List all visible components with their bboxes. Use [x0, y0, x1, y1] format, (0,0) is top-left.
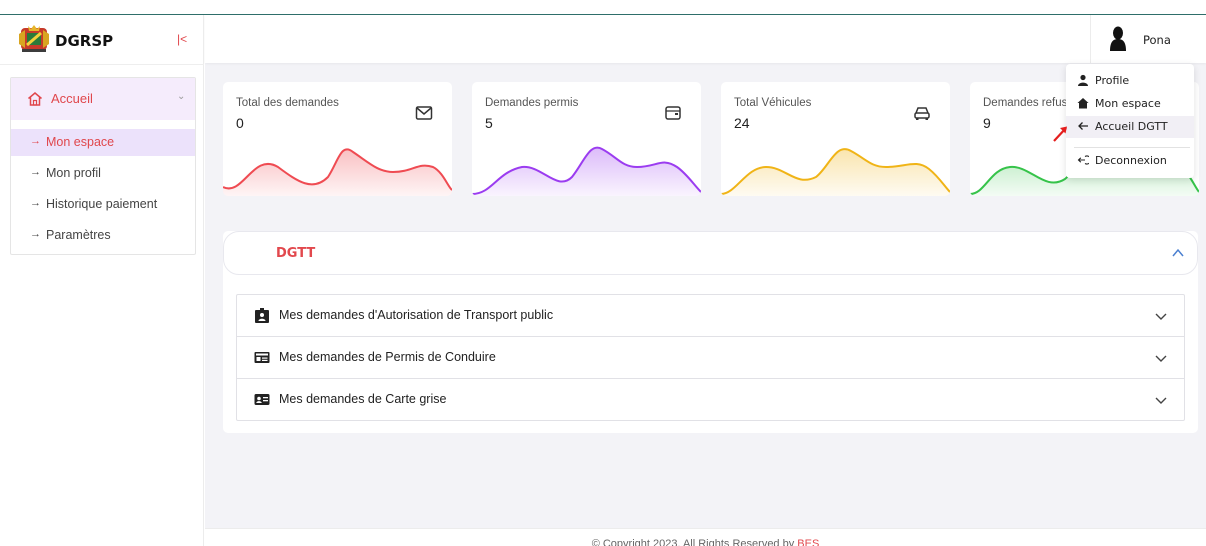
copyright-prefix: © Copyright 2023. All Rights Reserved by	[591, 538, 798, 546]
chevron-down-icon[interactable]	[1155, 352, 1167, 364]
sidebar-item-label: Mon profil	[46, 166, 101, 180]
demandes-list: Mes demandes d'Autorisation de Transport…	[236, 294, 1185, 421]
arrow-right-icon: →	[30, 228, 41, 240]
chevron-down-icon[interactable]	[1155, 310, 1167, 322]
stat-value: 5	[485, 115, 493, 131]
dropdown-item-accueil-dgtt[interactable]: Accueil DGTT	[1066, 116, 1194, 138]
footer-brand-link[interactable]: BES	[797, 538, 819, 546]
top-header: Pona	[205, 15, 1206, 63]
arrow-right-icon: →	[30, 135, 41, 147]
stat-value: 9	[983, 115, 991, 131]
brand-bar: DGRSP |<	[0, 15, 204, 65]
sidebar-item-mon-espace[interactable]: → Mon espace	[11, 129, 195, 156]
sidebar-item-mon-profil[interactable]: → Mon profil	[11, 160, 195, 187]
stat-value: 0	[236, 115, 244, 131]
stat-value: 24	[734, 115, 750, 131]
dropdown-item-label: Deconnexion	[1095, 154, 1167, 167]
stat-card-total-demandes: Total des demandes 0	[223, 82, 452, 196]
main-content: Pona Total des demandes 0 Demandes permi…	[205, 15, 1206, 546]
sidebar: DGRSP |< Accueil ⌄ → Mon espace → Mon pr…	[0, 15, 204, 546]
wallet-icon	[665, 106, 681, 120]
dropdown-item-label: Accueil DGTT	[1095, 120, 1168, 133]
dgtt-accordion-header[interactable]: DGTT	[223, 231, 1198, 275]
contact-card-icon	[254, 394, 270, 405]
collapse-left-icon[interactable]: |<	[177, 32, 187, 46]
coat-of-arms-logo[interactable]	[17, 24, 51, 54]
sparkline	[223, 148, 452, 196]
dropdown-item-profile[interactable]: Profile	[1066, 70, 1194, 92]
sidebar-menu: Accueil ⌄ → Mon espace → Mon profil → Hi…	[10, 77, 196, 255]
arrow-left-icon	[1078, 122, 1088, 130]
dropdown-item-mon-espace[interactable]: Mon espace	[1066, 93, 1194, 115]
house-icon	[1077, 98, 1089, 109]
sparkline	[472, 146, 701, 196]
list-item-carte-grise[interactable]: Mes demandes de Carte grise	[237, 379, 1184, 421]
chevron-up-icon[interactable]	[1171, 246, 1185, 260]
stat-title: Total des demandes	[236, 97, 339, 109]
mail-icon	[415, 106, 433, 120]
dropdown-item-label: Profile	[1095, 74, 1130, 87]
sidebar-group-label: Accueil	[51, 91, 93, 106]
user-name: Pona	[1143, 33, 1171, 47]
list-item-permis-conduire[interactable]: Mes demandes de Permis de Conduire	[237, 337, 1184, 379]
list-item-label: Mes demandes d'Autorisation de Transport…	[279, 308, 554, 322]
list-item-autorisation-transport[interactable]: Mes demandes d'Autorisation de Transport…	[237, 295, 1184, 337]
sidebar-group-accueil[interactable]: Accueil ⌄	[11, 78, 195, 120]
brand-name: DGRSP	[55, 32, 114, 50]
arrow-right-icon: →	[30, 197, 41, 209]
chevron-down-icon[interactable]	[1155, 394, 1167, 406]
sparkline	[721, 148, 950, 196]
arrow-right-icon: →	[30, 166, 41, 178]
dropdown-item-deconnexion[interactable]: Deconnexion	[1066, 150, 1194, 172]
sidebar-item-label: Mon espace	[46, 135, 115, 149]
dgtt-panel: DGTT Mes demandes d'Autorisation de Tran…	[223, 231, 1198, 433]
user-dropdown-menu: Profile Mon espace Accueil DGTT Deconnex…	[1066, 64, 1194, 178]
logout-icon	[1077, 155, 1089, 165]
dropdown-divider	[1074, 147, 1190, 148]
list-item-label: Mes demandes de Permis de Conduire	[279, 350, 496, 364]
stat-card-total-vehicules: Total Véhicules 24	[721, 82, 950, 196]
user-menu-toggle[interactable]: Pona	[1090, 15, 1206, 63]
id-card-icon	[254, 352, 270, 363]
copyright-text: © Copyright 2023. All Rights Reserved by…	[205, 538, 1206, 546]
list-item-label: Mes demandes de Carte grise	[279, 392, 447, 406]
stat-title: Total Véhicules	[734, 97, 812, 109]
chevron-down-icon: ⌄	[177, 91, 186, 102]
car-icon	[914, 107, 930, 120]
sidebar-item-historique-paiement[interactable]: → Historique paiement	[11, 191, 195, 218]
sidebar-item-label: Paramètres	[46, 228, 111, 242]
stat-card-demandes-permis: Demandes permis 5	[472, 82, 701, 196]
dropdown-item-label: Mon espace	[1095, 97, 1161, 110]
badge-icon	[255, 308, 269, 323]
sidebar-item-label: Historique paiement	[46, 197, 158, 211]
user-icon	[1078, 74, 1088, 86]
panel-title: DGTT	[276, 246, 316, 261]
stat-title: Demandes permis	[485, 97, 579, 109]
sidebar-item-parametres[interactable]: → Paramètres	[11, 222, 195, 249]
avatar	[1110, 26, 1126, 51]
home-icon	[28, 92, 42, 106]
annotation-arrow-icon	[1053, 126, 1067, 142]
footer: © Copyright 2023. All Rights Reserved by…	[205, 528, 1206, 546]
